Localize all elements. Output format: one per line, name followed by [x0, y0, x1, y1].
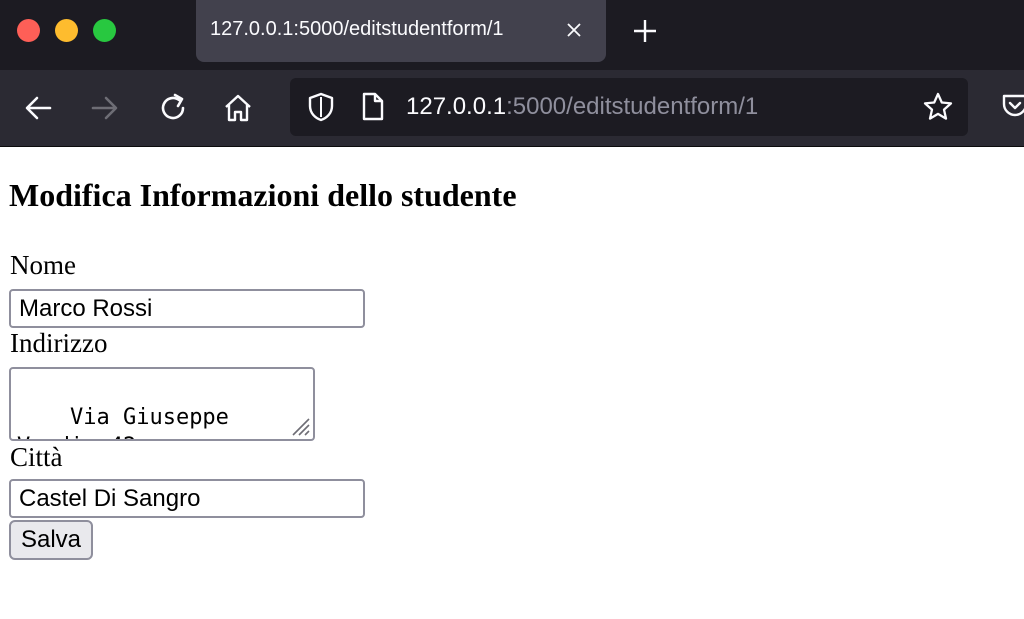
forward-arrow-icon[interactable] — [89, 92, 121, 124]
plus-icon[interactable] — [632, 18, 658, 44]
tab-active[interactable]: 127.0.0.1:5000/editstudentform/1 — [196, 0, 606, 62]
url-path: :5000/editstudentform/1 — [506, 93, 759, 120]
citta-input[interactable]: Castel Di Sangro — [9, 479, 365, 518]
pocket-icon[interactable] — [1000, 90, 1024, 122]
address-bar[interactable]: 127.0.0.1:5000/editstudentform/1 — [290, 78, 968, 136]
bookmark-star-icon[interactable] — [922, 91, 954, 123]
back-arrow-icon[interactable] — [22, 92, 54, 124]
navigation-toolbar: 127.0.0.1:5000/editstudentform/1 — [0, 70, 1024, 147]
nome-input[interactable]: Marco Rossi — [9, 289, 365, 328]
home-icon[interactable] — [222, 92, 254, 124]
page-title: Modifica Informazioni dello studente — [9, 177, 517, 213]
resize-handle-icon[interactable] — [288, 414, 310, 436]
page-content: Modifica Informazioni dello studente Nom… — [0, 147, 1024, 619]
close-icon[interactable] — [564, 20, 584, 40]
nome-label: Nome — [10, 250, 76, 280]
page-icon[interactable] — [360, 92, 386, 122]
url-text[interactable]: 127.0.0.1:5000/editstudentform/1 — [406, 93, 758, 121]
citta-label: Città — [10, 442, 63, 472]
tab-title: 127.0.0.1:5000/editstudentform/1 — [210, 18, 504, 40]
shield-icon[interactable] — [306, 92, 336, 122]
indirizzo-value: Via Giuseppe Verdi, 42 — [17, 405, 229, 439]
indirizzo-label: Indirizzo — [10, 328, 108, 358]
url-host: 127.0.0.1 — [406, 93, 507, 120]
save-button[interactable]: Salva — [9, 520, 93, 560]
reload-icon[interactable] — [157, 92, 189, 124]
indirizzo-textarea[interactable]: Via Giuseppe Verdi, 42 — [9, 367, 315, 441]
tab-strip: 127.0.0.1:5000/editstudentform/1 — [0, 0, 1024, 70]
window-zoom-button[interactable] — [93, 19, 116, 42]
window-close-button[interactable] — [17, 19, 40, 42]
window-minimize-button[interactable] — [55, 19, 78, 42]
